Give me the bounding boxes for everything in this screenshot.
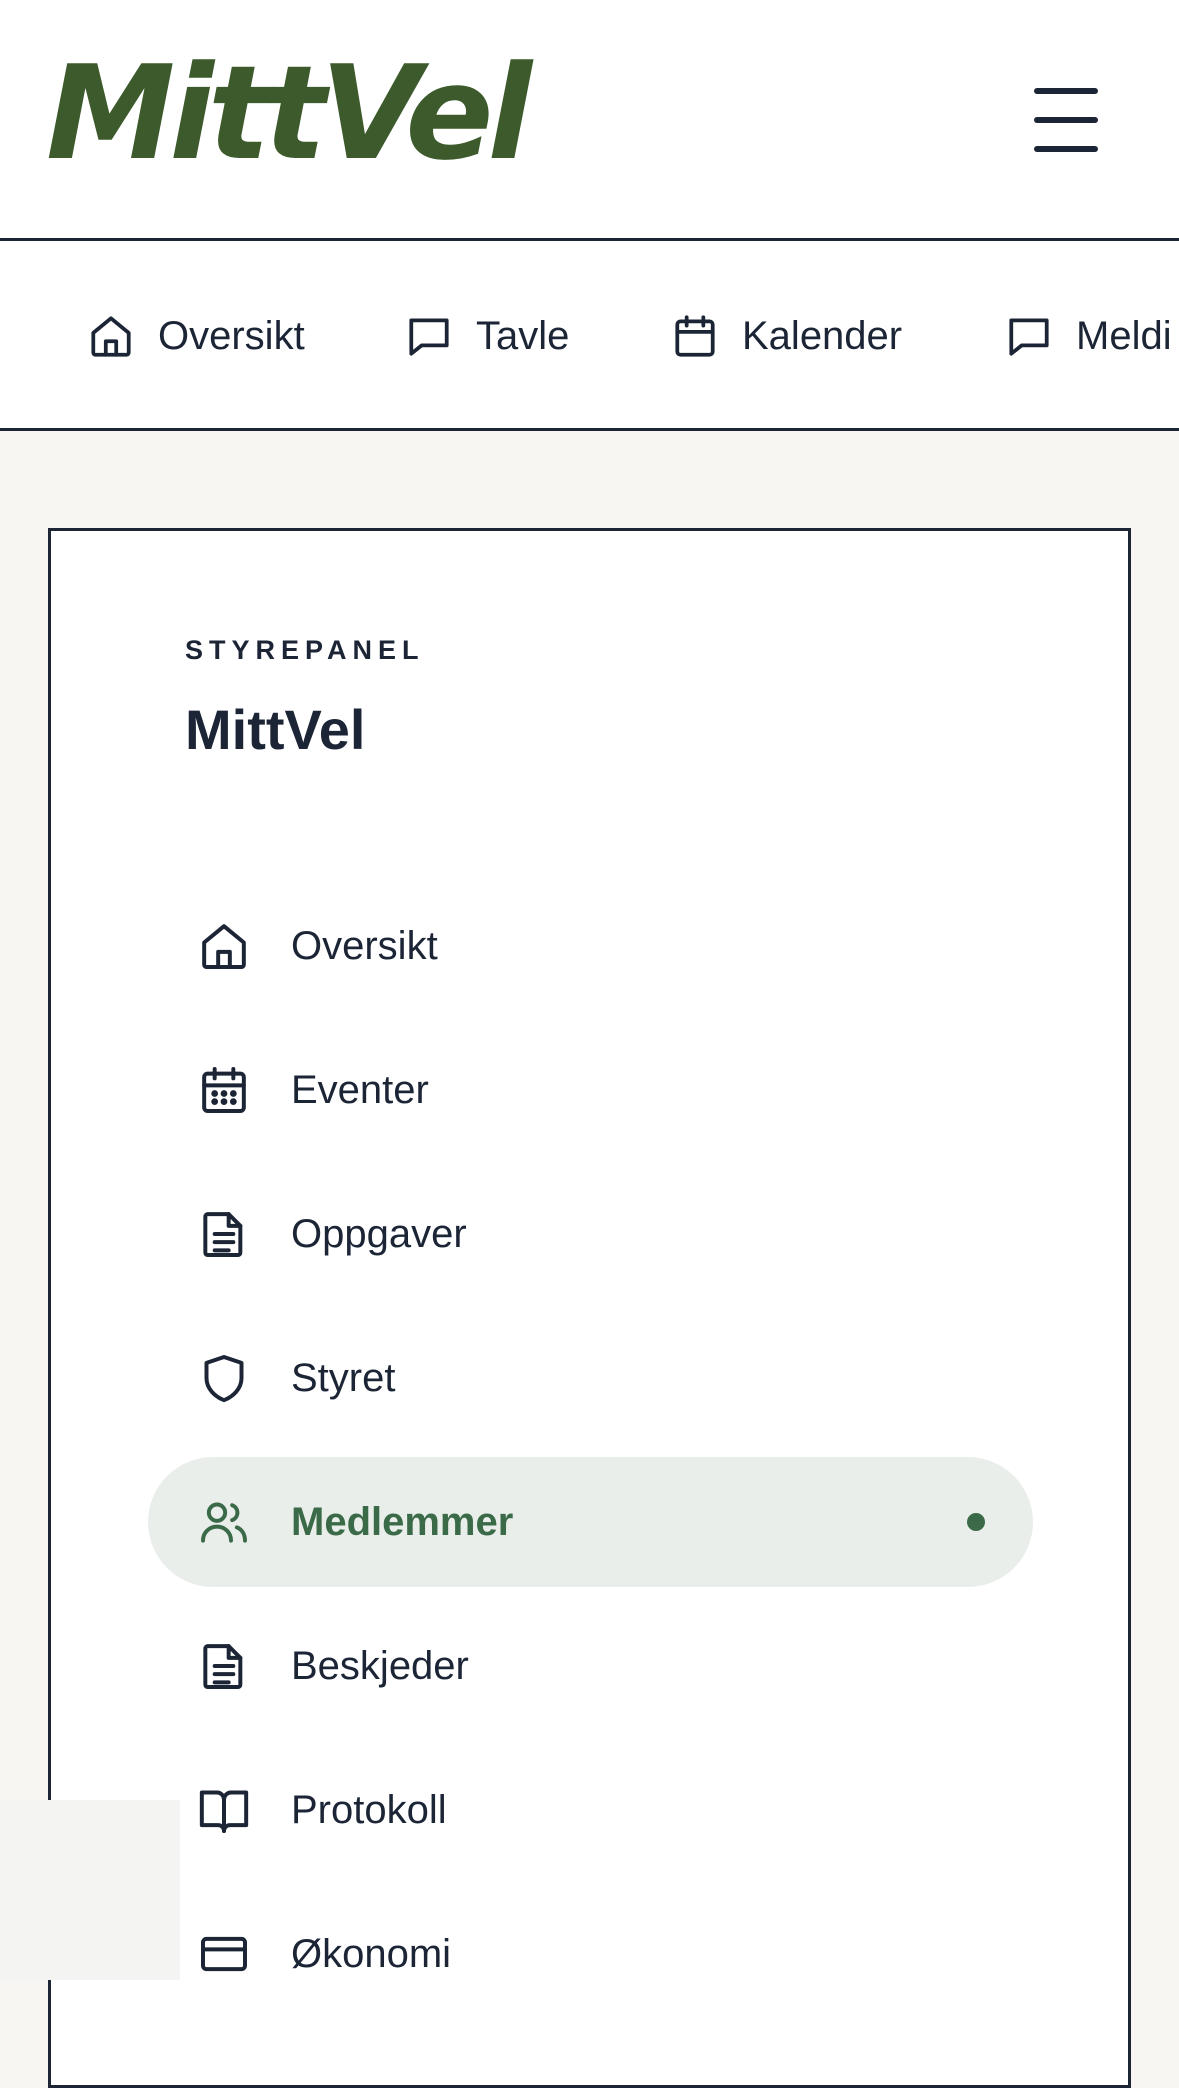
nav-item-eventer[interactable]: Eventer <box>148 1025 1033 1155</box>
nav-item-label: Protokoll <box>291 1788 447 1832</box>
nav-item-label: Oppgaver <box>291 1212 467 1256</box>
nav-item-okonomi[interactable]: Økonomi <box>148 1889 1033 2019</box>
tab-tavle[interactable]: Tavle <box>404 299 569 373</box>
hamburger-menu-button[interactable] <box>1020 80 1112 160</box>
message-square-icon <box>409 318 449 356</box>
home-icon <box>91 316 131 357</box>
nav-item-beskjeder[interactable]: Beskjeder <box>148 1601 1033 1731</box>
nav-item-label: Eventer <box>291 1068 429 1112</box>
panel-title: MittVel <box>185 698 366 761</box>
nav-item-label: Økonomi <box>291 1932 452 1976</box>
nav-item-label: Oversikt <box>291 924 438 968</box>
calendar-icon <box>675 315 715 357</box>
nav-item-styret[interactable]: Styret <box>148 1313 1033 1443</box>
main-content: STYREPANEL MittVel Oversikt Eventer Oppg… <box>0 431 1179 2088</box>
logo[interactable]: MittVel <box>46 48 532 178</box>
home-icon <box>202 924 246 969</box>
nav-item-protokoll[interactable]: Protokoll <box>148 1745 1033 1875</box>
app-header: MittVel <box>0 0 1179 241</box>
nav-item-label: Styret <box>291 1356 396 1400</box>
tab-label: Tavle <box>476 313 570 358</box>
tab-meldinger[interactable]: Meldi <box>1004 299 1172 373</box>
shield-icon <box>204 1355 244 1403</box>
hamburger-menu-icon <box>1034 88 1098 152</box>
calendar-grid-icon <box>202 1067 246 1113</box>
credit-card-icon <box>201 1936 247 1972</box>
nav-item-oversikt[interactable]: Oversikt <box>148 881 1033 1011</box>
users-icon <box>201 1502 247 1543</box>
active-indicator-dot <box>967 1513 985 1531</box>
tab-oversikt[interactable]: Oversikt <box>86 299 305 373</box>
tab-kalender[interactable]: Kalender <box>670 299 902 373</box>
panel-eyebrow: STYREPANEL <box>185 635 425 665</box>
nav-item-oppgaver[interactable]: Oppgaver <box>148 1169 1033 1299</box>
document-icon <box>203 1212 243 1257</box>
document-icon <box>203 1644 243 1689</box>
message-square-icon <box>1009 318 1049 356</box>
top-tab-bar: Oversikt Tavle Kalender Meldi <box>0 241 1179 431</box>
board-panel: STYREPANEL MittVel Oversikt Eventer Oppg… <box>48 528 1131 2088</box>
nav-item-label: Medlemmer <box>291 1500 514 1544</box>
tab-label: Kalender <box>742 313 903 358</box>
book-open-icon <box>199 1790 249 1833</box>
overlay-corner <box>0 1800 180 1980</box>
nav-item-medlemmer[interactable]: Medlemmer <box>148 1457 1033 1587</box>
tab-label: Oversikt <box>158 313 305 358</box>
tab-label: Meldi <box>1076 313 1172 358</box>
nav-item-label: Beskjeder <box>291 1644 469 1688</box>
